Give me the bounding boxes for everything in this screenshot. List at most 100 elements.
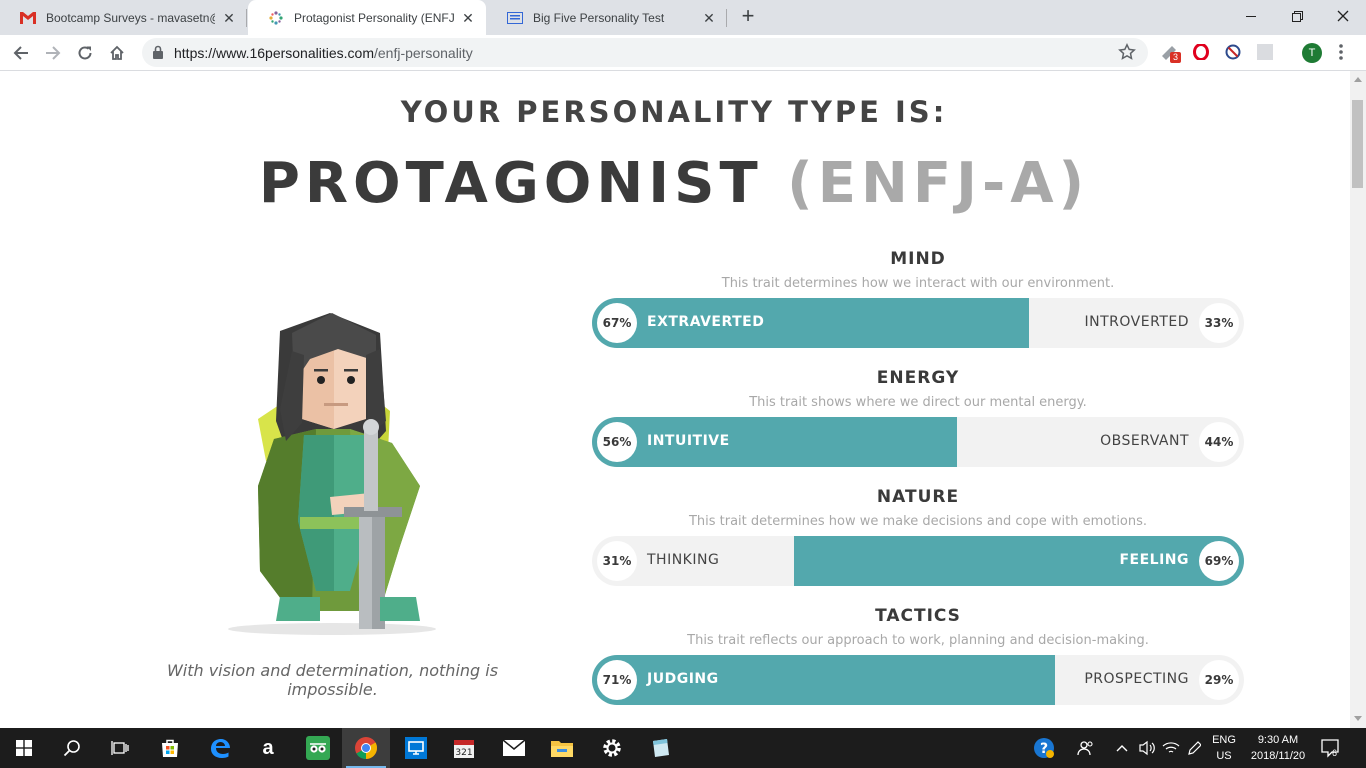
url-path: /enfj-personality [373,45,473,61]
right-label: PROSPECTING [1084,671,1189,687]
close-tab-icon[interactable]: ✕ [460,10,476,26]
extension-ruler-icon[interactable]: 3 [1160,43,1182,63]
left-percent: 71% [597,660,637,700]
notes-icon[interactable] [636,728,684,768]
back-button[interactable] [8,40,34,66]
left-label: INTUITIVE [647,433,730,449]
restore-button[interactable] [1274,0,1320,32]
start-icon[interactable] [0,728,48,768]
trait-title: ENERGY [876,368,960,388]
page-content: YOUR PERSONALITY TYPE IS: PROTAGONIST (E… [0,71,1350,728]
scroll-down-icon[interactable] [1354,716,1362,721]
forward-button[interactable] [40,40,66,66]
trait-description: This trait determines how we make decisi… [688,514,1148,529]
file-explorer-icon[interactable] [538,728,586,768]
right-percent: 44% [1199,422,1239,462]
clock[interactable]: 9:30 AM 2018/11/20 [1244,732,1312,764]
tab-protagonist-personality[interactable]: Protagonist Personality (ENFJ, -A ✕ [248,0,486,35]
trait-description: This trait reflects our approach to work… [687,633,1149,648]
tab-title: Protagonist Personality (ENFJ, -A [294,10,454,25]
trait-bar[interactable]: 31% THINKING FEELING 69% [592,536,1244,586]
settings-icon[interactable] [588,728,636,768]
chevron-up-icon[interactable] [1112,728,1132,768]
edge-icon[interactable] [196,728,244,768]
type-name: PROTAGONIST [258,151,763,216]
keyboard-region: US [1216,750,1232,762]
url-host: https://www.16personalities.com [174,45,374,61]
type-code: (ENFJ-A) [787,151,1090,216]
trait-title: NATURE [876,487,960,507]
reload-button[interactable] [72,40,98,66]
close-tab-icon[interactable]: ✕ [221,10,237,26]
trait-bar[interactable]: 67% EXTRAVERTED INTROVERTED 33% [592,298,1244,348]
bookmark-star-icon[interactable] [1118,43,1136,66]
16personalities-icon [268,10,284,26]
gmail-icon [20,10,36,26]
personality-type: PROTAGONIST (ENFJ-A) [0,151,1348,216]
extension-placeholder-icon[interactable] [1256,43,1274,61]
back-arrow-icon [13,46,28,60]
close-tab-icon[interactable]: ✕ [701,10,717,26]
tripadvisor-icon[interactable] [294,728,342,768]
trait-bar[interactable]: 71% JUDGING PROSPECTING 29% [592,655,1244,705]
notification-count: 6 [1332,748,1338,758]
page-icon [507,10,523,26]
profile-avatar[interactable]: T [1302,43,1322,63]
search-icon[interactable] [48,728,96,768]
left-percent: 67% [597,303,637,343]
right-label: INTROVERTED [1084,314,1189,330]
mail-icon[interactable] [490,728,538,768]
pen-icon[interactable] [1184,728,1204,768]
store-icon[interactable] [146,728,194,768]
opera-icon[interactable] [1192,43,1210,61]
browser-toolbar: https://www.16personalities.com/enfj-per… [0,35,1366,71]
language-indicator[interactable]: ENG US [1206,732,1242,764]
left-label: JUDGING [647,671,719,687]
scroll-thumb[interactable] [1352,100,1363,188]
close-window-button[interactable] [1320,0,1366,32]
remote-icon[interactable] [392,728,440,768]
trait-title: MIND [890,249,946,269]
url-text: https://www.16personalities.com/enfj-per… [174,45,473,61]
tab-big-five-test[interactable]: Big Five Personality Test ✕ [487,0,727,35]
people-icon[interactable] [1074,728,1098,768]
trait-bar[interactable]: 56% INTUITIVE OBSERVANT 44% [592,417,1244,467]
home-icon [110,45,124,60]
clock-time: 9:30 AM [1257,734,1299,746]
chrome-icon[interactable] [342,728,390,768]
wifi-icon[interactable] [1160,728,1182,768]
right-label: OBSERVANT [1100,433,1189,449]
left-percent: 31% [597,541,637,581]
block-icon[interactable] [1224,43,1242,61]
task-view-icon[interactable] [96,728,144,768]
tab-bootcamp-surveys[interactable]: Bootcamp Surveys - mavasetn@g ✕ [0,0,247,35]
personality-motto: With vision and determination, nothing i… [166,661,499,699]
new-tab-button[interactable]: + [737,5,759,28]
left-label: EXTRAVERTED [647,314,765,330]
windows-taskbar: a 321 ? ENG US 9:30 AM 2018/11/20 6 [0,728,1366,768]
tab-strip: Bootcamp Surveys - mavasetn@g ✕ Protagon… [0,0,1366,35]
menu-dots-icon[interactable] [1338,42,1344,62]
home-button[interactable] [104,40,130,66]
right-percent: 69% [1199,541,1239,581]
scroll-up-icon[interactable] [1354,77,1362,82]
address-bar[interactable]: https://www.16personalities.com/enfj-per… [142,38,1148,67]
trait-title: TACTICS [875,606,961,626]
volume-icon[interactable] [1136,728,1158,768]
forward-arrow-icon [46,46,61,60]
right-label: FEELING [1119,552,1189,568]
page-scrollbar[interactable] [1350,71,1366,728]
trait-description: This trait shows where we direct our men… [749,395,1087,410]
trait-description: This trait determines how we interact wi… [721,276,1115,291]
language-code: ENG [1212,734,1236,746]
help-icon[interactable]: ? [1030,728,1058,768]
extension-badge: 3 [1170,52,1182,63]
left-percent: 56% [597,422,637,462]
amazon-icon[interactable]: a [244,728,292,768]
clock-date: 2018/11/20 [1250,750,1306,762]
calendar-icon[interactable]: 321 [440,728,488,768]
lock-icon[interactable] [152,45,164,64]
protagonist-illustration [228,313,436,635]
minimize-button[interactable] [1228,0,1274,32]
left-label: THINKING [647,552,720,568]
